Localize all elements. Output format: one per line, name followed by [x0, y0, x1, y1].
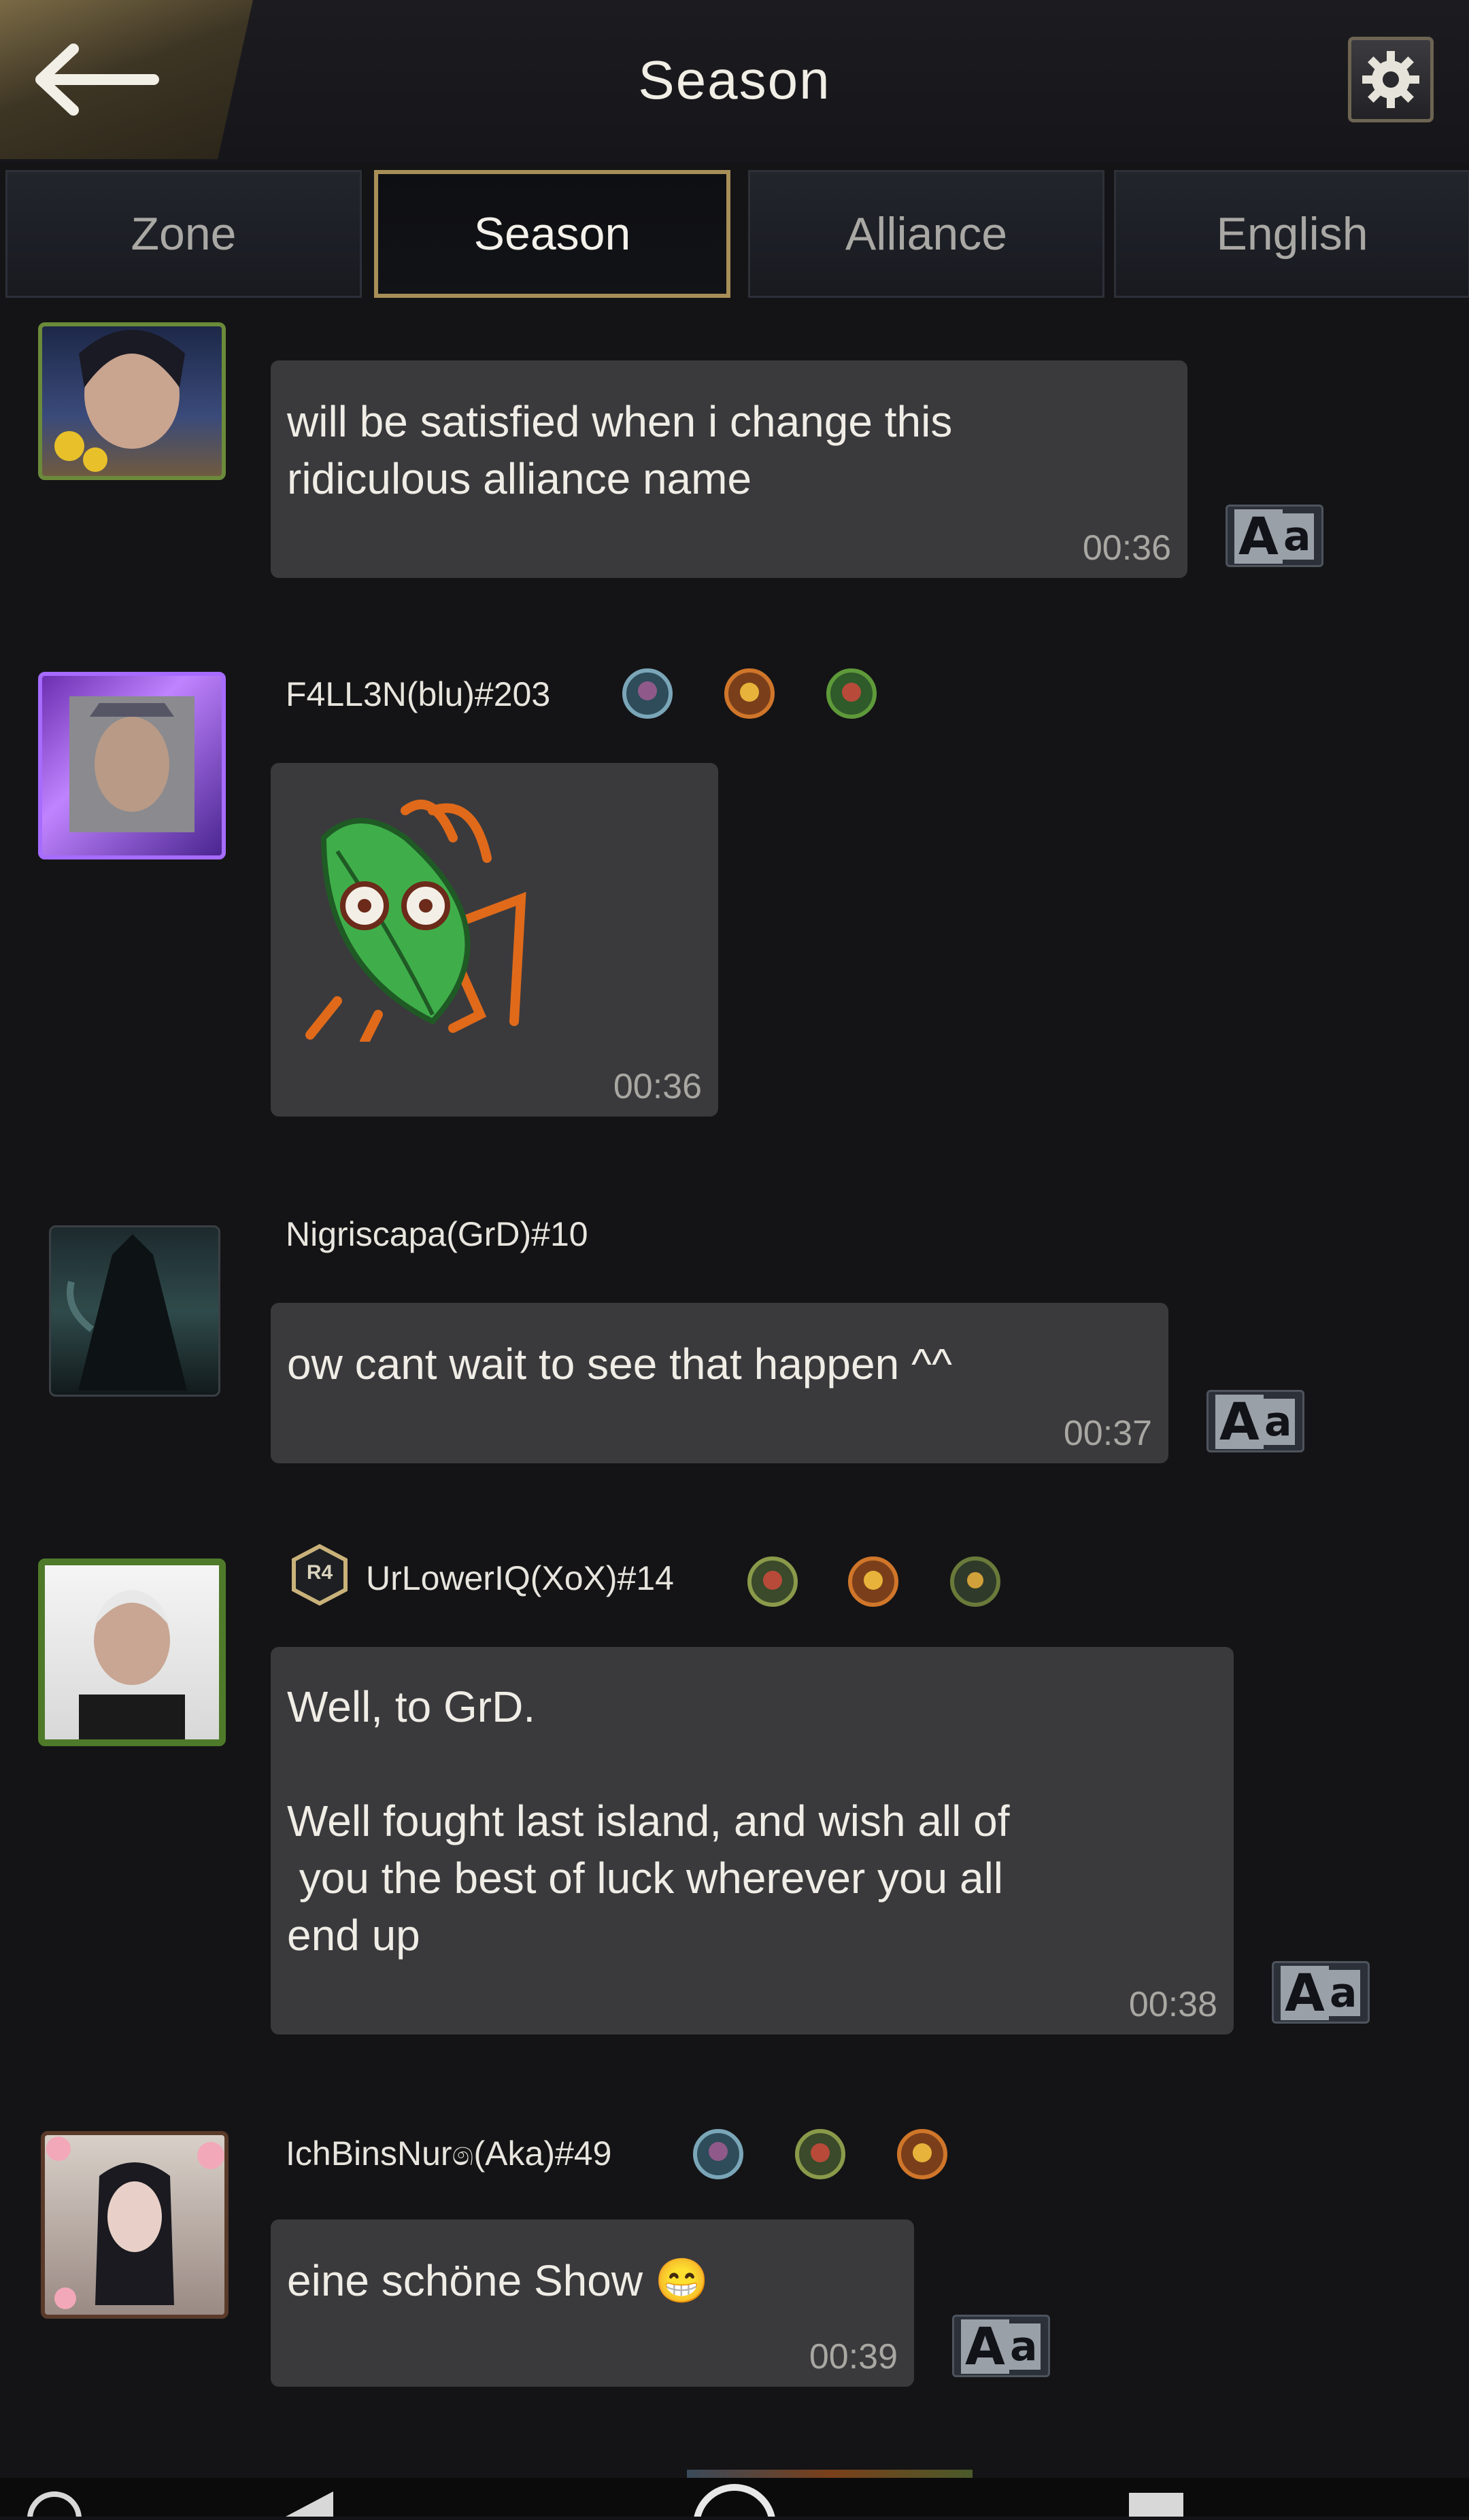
channel-tabs: Zone Season Alliance English: [0, 166, 1469, 302]
emblem-badge-icon: [897, 2129, 947, 2179]
avatar[interactable]: [49, 1225, 220, 1397]
emblem-badge-icon: [693, 2129, 743, 2179]
player-name[interactable]: F4LL3N(blu)#203: [286, 675, 550, 714]
emblem-badge-icon: [826, 668, 877, 719]
settings-button[interactable]: [1348, 37, 1434, 122]
nav-icons: [27, 2484, 1183, 2520]
rank-badge-label: R4: [306, 1561, 333, 1584]
message-time: 00:38: [1128, 1985, 1217, 2024]
translate-icon-a: a: [1262, 1399, 1295, 1445]
woman-portrait-icon: [46, 2136, 224, 2309]
message-time: 00:39: [809, 2337, 898, 2377]
face-portrait-icon: [54, 330, 185, 472]
dark-knight-portrait-icon: [67, 1234, 187, 1391]
avatar[interactable]: [38, 672, 226, 859]
emblem-badge-icon: [848, 1556, 898, 1607]
translate-icon-A: A: [1215, 1395, 1264, 1449]
message-text: eine schöne Show 😁: [287, 2256, 709, 2305]
translate-icon-A: A: [1281, 1966, 1329, 2020]
warrior-portrait-icon: [69, 696, 195, 832]
avatar[interactable]: [41, 2131, 229, 2319]
player-name[interactable]: UrLowerIQ(XoX)#14: [366, 1559, 674, 1598]
message-bubble: Well, to GrD. Well fought last island, a…: [271, 1647, 1234, 2034]
back-arrow-icon: [35, 44, 159, 116]
sticker-bubble: 00:36: [271, 763, 718, 1117]
message-text: ow cant wait to see that happen ^^: [287, 1340, 952, 1389]
avatar[interactable]: [38, 322, 226, 480]
man-portrait-icon: [79, 1590, 185, 1739]
translate-icon-a: a: [1281, 513, 1314, 560]
translate-button[interactable]: Aa: [1272, 1961, 1370, 2024]
avatar[interactable]: [38, 1559, 226, 1746]
translate-icon-A: A: [961, 2319, 1009, 2374]
translate-button[interactable]: Aa: [1206, 1390, 1304, 1452]
translate-icon-A: A: [1234, 509, 1283, 564]
next-message-peek: [687, 2470, 973, 2478]
emblem-badge-icon: [795, 2129, 845, 2179]
page-title: Season: [638, 50, 831, 110]
message-bubble: ow cant wait to see that happen ^^ 00:37: [271, 1303, 1168, 1463]
system-navigation-bar: [0, 2478, 1469, 2520]
message-text: will be satisfied when i change this rid…: [287, 397, 953, 503]
message-text: Well, to GrD. Well fought last island, a…: [287, 1682, 1010, 1960]
top-bar: Season: [0, 0, 1469, 163]
gear-icon: [1362, 51, 1419, 108]
translate-icon-a: a: [1327, 1970, 1360, 2016]
tab-zone[interactable]: Zone: [5, 170, 362, 298]
emblem-badge-icon: [724, 668, 775, 719]
translate-button[interactable]: Aa: [952, 2315, 1050, 2377]
chat-list[interactable]: will be satisfied when i change this rid…: [0, 302, 1469, 2478]
message-time: 00:36: [613, 1067, 702, 1106]
tab-english[interactable]: English: [1114, 170, 1469, 298]
message-bubble: eine schöne Show 😁 00:39: [271, 2219, 914, 2387]
translate-icon-a: a: [1007, 2323, 1041, 2370]
tab-season[interactable]: Season: [374, 170, 730, 298]
message-time: 00:37: [1063, 1414, 1152, 1453]
leaf-bug-sticker-icon: [305, 800, 526, 1042]
emblem-badge-icon: [622, 668, 673, 719]
emblem-badge-icon: [747, 1556, 798, 1607]
message-time: 00:36: [1082, 528, 1171, 568]
emblem-badge-icon: [950, 1556, 1000, 1607]
translate-button[interactable]: Aa: [1226, 505, 1323, 567]
player-name[interactable]: IchBinsNur෧(Aka)#49: [286, 2134, 611, 2174]
message-bubble: will be satisfied when i change this rid…: [271, 360, 1187, 578]
tab-alliance[interactable]: Alliance: [748, 170, 1104, 298]
back-button[interactable]: [0, 0, 253, 159]
player-name[interactable]: Nigriscapa(GrD)#10: [286, 1214, 588, 1254]
